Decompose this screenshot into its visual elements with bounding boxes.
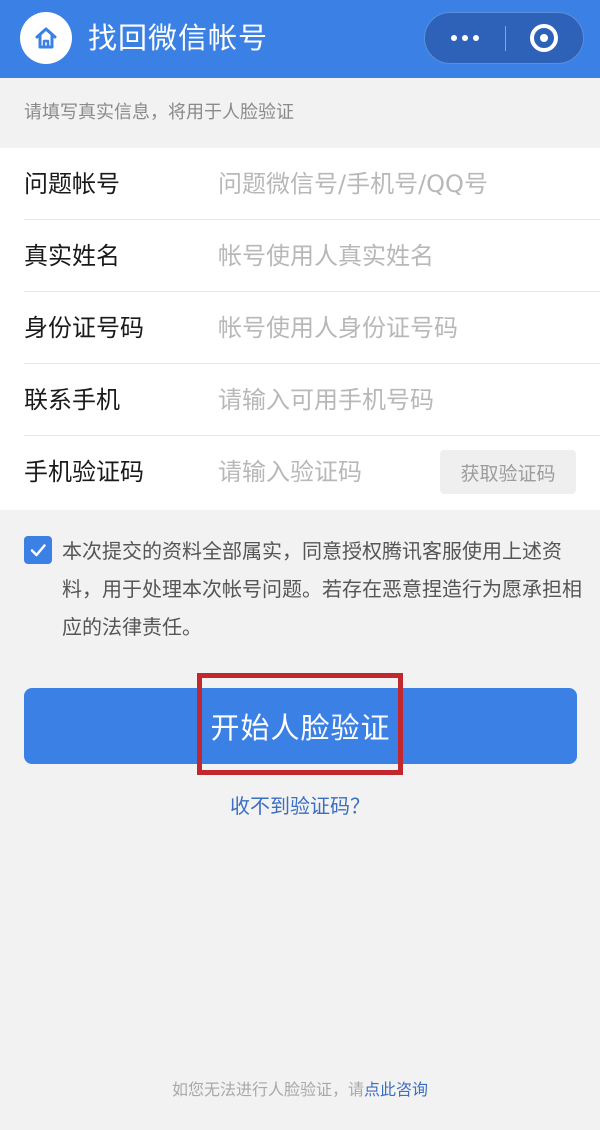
form-hint: 请填写真实信息，将用于人脸验证 bbox=[24, 102, 294, 123]
more-dots-icon bbox=[473, 35, 479, 41]
home-button[interactable] bbox=[20, 12, 72, 64]
miniprogram-close-icon bbox=[530, 24, 558, 52]
more-dots-icon bbox=[451, 35, 457, 41]
consult-link[interactable]: 点此咨询 bbox=[364, 1080, 428, 1099]
more-dots-icon bbox=[462, 35, 468, 41]
real-name-input[interactable] bbox=[218, 234, 578, 278]
form-row-account: 问题帐号 bbox=[0, 148, 600, 220]
no-code-link[interactable]: 收不到验证码？ bbox=[0, 790, 600, 819]
start-face-verify-button[interactable]: 开始人脸验证 bbox=[24, 688, 577, 764]
footer-help: 如您无法进行人脸验证，请点此咨询 bbox=[0, 1076, 600, 1100]
more-button[interactable] bbox=[425, 13, 505, 63]
account-label: 问题帐号 bbox=[24, 170, 120, 198]
title-bar: 找回微信帐号 bbox=[0, 0, 600, 78]
sms-code-input[interactable] bbox=[218, 450, 428, 494]
form-row-name: 真实姓名 bbox=[0, 220, 600, 292]
form-row-phone: 联系手机 bbox=[0, 364, 600, 436]
sms-code-label: 手机验证码 bbox=[24, 458, 144, 486]
id-number-label: 身份证号码 bbox=[24, 314, 144, 342]
home-icon bbox=[35, 27, 57, 49]
miniprogram-capsule bbox=[424, 12, 584, 64]
checkmark-icon bbox=[30, 544, 46, 557]
account-form: 问题帐号 真实姓名 身份证号码 联系手机 手机验证码 获取验证码 bbox=[0, 148, 600, 510]
get-code-button[interactable]: 获取验证码 bbox=[440, 450, 576, 494]
footer-text: 如您无法进行人脸验证，请 bbox=[171, 1080, 364, 1099]
phone-input[interactable] bbox=[218, 378, 578, 422]
page-title: 找回微信帐号 bbox=[88, 21, 269, 55]
close-button[interactable] bbox=[505, 13, 583, 63]
agreement-checkbox[interactable] bbox=[24, 536, 52, 564]
id-number-input[interactable] bbox=[218, 306, 578, 350]
form-row-id: 身份证号码 bbox=[0, 292, 600, 364]
phone-label: 联系手机 bbox=[24, 386, 120, 414]
real-name-label: 真实姓名 bbox=[24, 242, 120, 270]
account-input[interactable] bbox=[218, 162, 578, 206]
agreement-text: 本次提交的资料全部属实，同意授权腾讯客服使用上述资料，用于处理本次帐号问题。若存… bbox=[62, 539, 582, 639]
form-row-code: 手机验证码 获取验证码 bbox=[0, 436, 600, 508]
